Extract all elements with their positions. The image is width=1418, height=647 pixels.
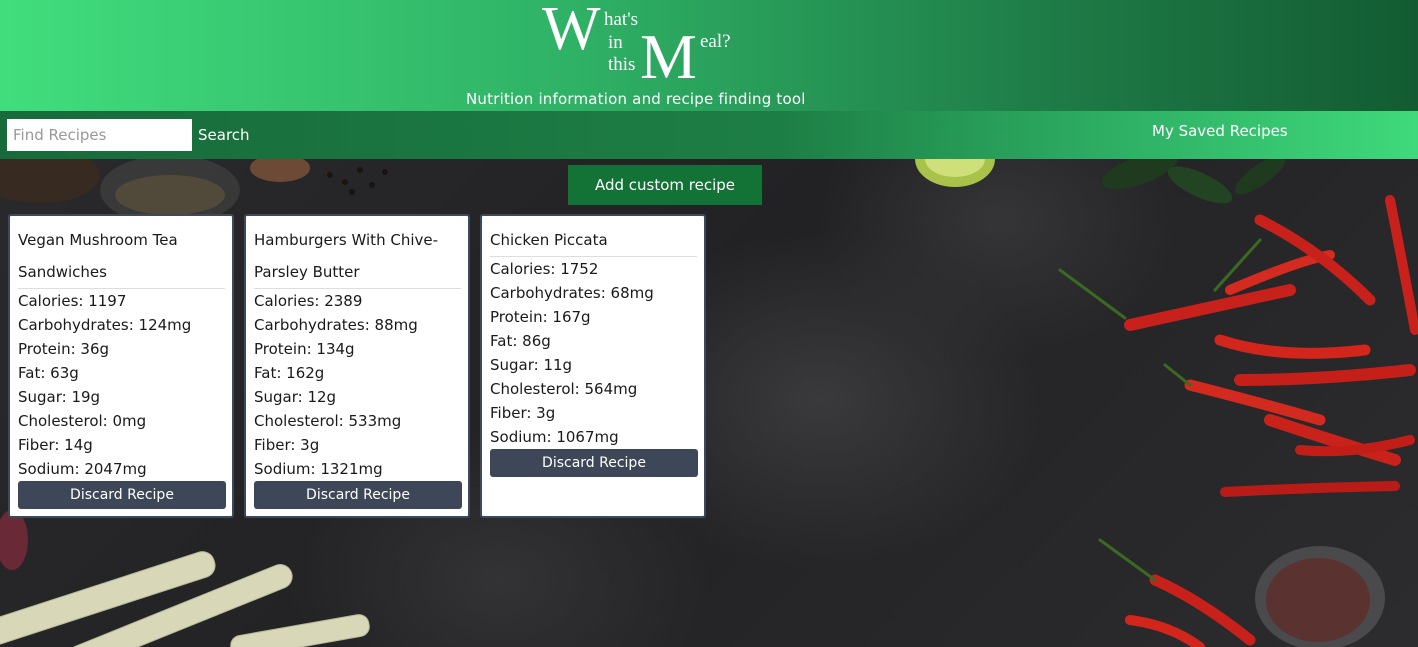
discard-recipe-button[interactable]: Discard Recipe: [254, 481, 462, 509]
search-button[interactable]: Search: [194, 123, 254, 147]
recipe-cholesterol: Cholesterol: 564mg: [490, 380, 638, 398]
recipe-fiber: Fiber: 3g: [490, 404, 556, 422]
recipe-sugar: Sugar: 11g: [490, 356, 573, 374]
recipe-protein: Protein: 36g: [18, 340, 110, 358]
recipe-protein: Protein: 134g: [254, 340, 355, 358]
search-input[interactable]: [7, 119, 192, 151]
recipe-sodium: Sodium: 1067mg: [490, 428, 619, 446]
recipe-carbohydrates: Carbohydrates: 68mg: [490, 284, 654, 302]
recipe-fiber: Fiber: 3g: [254, 436, 320, 454]
site-header: W hat's in this M eal? Nutrition informa…: [0, 0, 1418, 111]
recipe-cholesterol: Cholesterol: 0mg: [18, 412, 147, 430]
discard-recipe-button[interactable]: Discard Recipe: [490, 449, 698, 477]
logo-text-in: in: [608, 32, 623, 53]
nav-bar: Search My Saved Recipes: [0, 111, 1418, 159]
recipe-title: Hamburgers With Chive-Parsley Butter: [254, 224, 461, 289]
add-custom-recipe-button[interactable]: Add custom recipe: [568, 165, 762, 205]
recipe-title: Chicken Piccata: [490, 224, 697, 257]
recipe-sodium: Sodium: 1321mg: [254, 460, 383, 478]
logo-text-eal: eal?: [700, 31, 731, 52]
recipe-calories: Calories: 2389: [254, 292, 363, 310]
site-logo[interactable]: W hat's in this M eal?: [540, 0, 770, 92]
recipe-carbohydrates: Carbohydrates: 88mg: [254, 316, 418, 334]
recipe-fat: Fat: 86g: [490, 332, 551, 350]
recipe-fiber: Fiber: 14g: [18, 436, 93, 454]
recipe-card: Vegan Mushroom Tea Sandwiches Calories: …: [8, 214, 234, 518]
recipe-calories: Calories: 1197: [18, 292, 127, 310]
my-saved-recipes-link[interactable]: My Saved Recipes: [1152, 122, 1288, 140]
recipe-sugar: Sugar: 19g: [18, 388, 101, 406]
recipe-fat: Fat: 162g: [254, 364, 325, 382]
site-tagline: Nutrition information and recipe finding…: [466, 90, 806, 108]
logo-text-hats: hat's: [604, 9, 639, 30]
recipe-card: Chicken Piccata Calories: 1752 Carbohydr…: [480, 214, 706, 518]
logo-letter-m: M: [640, 21, 697, 92]
discard-recipe-button[interactable]: Discard Recipe: [18, 481, 226, 509]
recipe-protein: Protein: 167g: [490, 308, 591, 326]
recipe-title: Vegan Mushroom Tea Sandwiches: [18, 224, 225, 289]
recipe-calories: Calories: 1752: [490, 260, 599, 278]
recipe-fat: Fat: 63g: [18, 364, 79, 382]
recipe-sodium: Sodium: 2047mg: [18, 460, 147, 478]
logo-letter-w: W: [542, 0, 601, 63]
recipe-cholesterol: Cholesterol: 533mg: [254, 412, 402, 430]
recipe-sugar: Sugar: 12g: [254, 388, 337, 406]
recipe-card: Hamburgers With Chive-Parsley Butter Cal…: [244, 214, 470, 518]
recipe-carbohydrates: Carbohydrates: 124mg: [18, 316, 192, 334]
logo-text-this: this: [608, 54, 636, 75]
